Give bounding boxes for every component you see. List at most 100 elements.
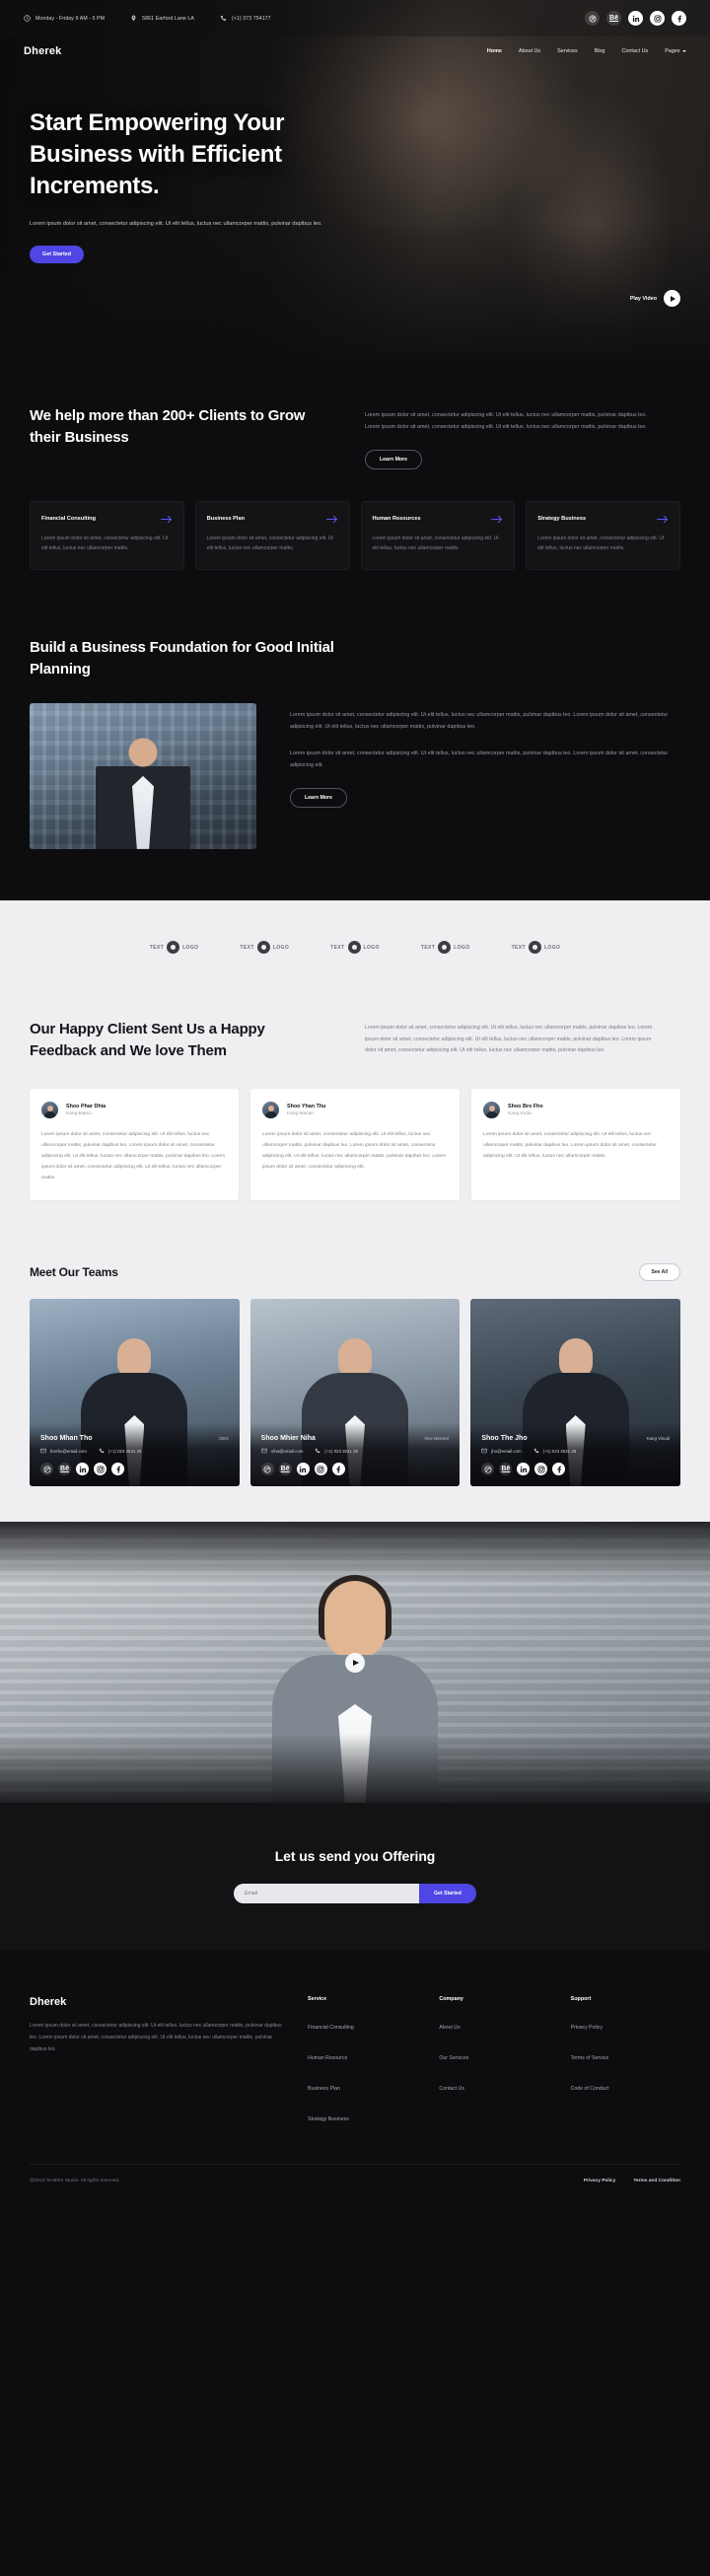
list-item: Privacy Policy <box>571 2016 680 2034</box>
dribbble-icon[interactable] <box>585 11 600 26</box>
clients-section: We help more than 200+ Clients to Grow t… <box>0 360 710 604</box>
footer-link-privacy-policy[interactable]: Privacy Policy <box>571 2025 603 2031</box>
dribbble-icon[interactable] <box>260 1463 274 1475</box>
copyright-text: @2023 Terafirhr Studio. All rights reser… <box>30 2179 120 2183</box>
team-member-email[interactable]: niha@email.com <box>260 1448 304 1454</box>
arrow-right-icon[interactable] <box>160 515 173 524</box>
location-pin-icon <box>131 15 136 22</box>
behance-icon[interactable]: Bē <box>278 1463 292 1475</box>
footer-link-about-us[interactable]: About Us <box>439 2025 460 2031</box>
team-card-overlay: Shoo Mhier Niha Vice Director niha@email… <box>249 1423 461 1486</box>
nav-item-about-us[interactable]: About Us <box>519 48 540 54</box>
facebook-icon[interactable] <box>111 1463 124 1475</box>
behance-icon[interactable]: Bē <box>58 1463 71 1475</box>
service-card-strategy-business[interactable]: Strategy Business Lorem ipsum dolor sit … <box>526 500 680 570</box>
footer-link-human-resource[interactable]: Human Resource <box>308 2055 347 2061</box>
linkedin-icon[interactable] <box>628 11 643 26</box>
clients-learn-more-button[interactable]: Learn More <box>365 449 422 469</box>
testimonial-identity: Shoo Bro Fho Kang Kuda <box>508 1104 543 1116</box>
instagram-icon[interactable] <box>314 1463 327 1475</box>
legal-link-privacy-policy[interactable]: Privacy Policy <box>584 2179 616 2183</box>
get-started-button[interactable]: Get Started <box>30 246 85 264</box>
dribbble-icon[interactable] <box>40 1463 53 1475</box>
mail-icon <box>481 1448 488 1454</box>
footer-link-code-of-conduct[interactable]: Code of Conduct <box>571 2086 609 2092</box>
team-member-name: Shoo Mhier Niha <box>260 1435 316 1442</box>
arrow-right-icon[interactable] <box>491 515 503 524</box>
service-card-text: Lorem ipsum dolor sit amet, consectetur … <box>372 535 499 552</box>
avatar <box>483 1101 500 1118</box>
team-member-email-text: niha@email.com <box>270 1448 304 1454</box>
list-item: Financial Consulting <box>308 2016 417 2034</box>
team-member-phone[interactable]: (+1) 023 2541 26 <box>315 1448 358 1454</box>
team-member-email[interactable]: jho@email.com <box>481 1448 522 1454</box>
legal-link-terms-and-condition[interactable]: Terms and Condition <box>633 2179 680 2183</box>
facebook-icon[interactable] <box>331 1463 345 1475</box>
footer-link-our-services[interactable]: Our Services <box>439 2055 468 2061</box>
facebook-icon[interactable] <box>552 1463 566 1475</box>
behance-icon[interactable]: Bē <box>499 1463 513 1475</box>
team-card[interactable]: Shoo Mhan Tho CEO brotho@email.com (+1) … <box>30 1299 240 1486</box>
newsletter-submit-button[interactable]: Get Started <box>419 1884 476 1903</box>
video-person-head <box>324 1581 386 1658</box>
instagram-icon[interactable] <box>94 1463 106 1475</box>
video-section[interactable] <box>0 1522 710 1803</box>
service-card-financial-consulting[interactable]: Financial Consulting Lorem ipsum dolor s… <box>30 500 184 570</box>
facebook-icon[interactable] <box>672 11 686 26</box>
team-member-phone[interactable]: (+1) 023 2541 28 <box>533 1448 576 1454</box>
service-card-business-plan[interactable]: Business Plan Lorem ipsum dolor sit amet… <box>194 500 350 570</box>
team-member-phone[interactable]: (+1) 023 2541 25 <box>99 1448 142 1454</box>
nav-item-contact-us[interactable]: Contact Us <box>622 48 649 54</box>
nav-item-services[interactable]: Services <box>557 48 578 54</box>
footer-link-contact-us[interactable]: Contact Us <box>439 2086 464 2092</box>
team-card-contact-row: jho@email.com (+1) 023 2541 28 <box>481 1448 670 1454</box>
video-play-button[interactable] <box>345 1652 365 1673</box>
see-all-teams-button[interactable]: See All <box>638 1263 680 1281</box>
play-triangle <box>670 295 675 302</box>
dribbble-glyph <box>484 1465 492 1473</box>
teams-header: Meet Our Teams See All <box>30 1263 680 1281</box>
behance-icon[interactable]: Bē <box>606 11 621 26</box>
dribbble-icon[interactable] <box>481 1463 495 1475</box>
newsletter-email-input[interactable] <box>234 1884 420 1903</box>
partner-logo-sub: LOGO <box>363 944 380 951</box>
avatar <box>41 1101 58 1118</box>
footer-about-text: Lorem ipsum dolor sit amet, consectetur … <box>30 2023 282 2052</box>
footer-links: Financial Consulting Human Resource Busi… <box>308 2016 417 2125</box>
service-card-header: Strategy Business <box>537 515 669 524</box>
testimonial-identity: Shoo Yhan Thu Kang Macan <box>287 1104 325 1116</box>
partner-logo-mark-icon <box>256 941 270 955</box>
team-card[interactable]: Shoo The Jho Kang Visual jho@email.com (… <box>470 1299 680 1486</box>
instagram-icon[interactable] <box>534 1463 548 1475</box>
service-card-human-resources[interactable]: Human Resources Lorem ipsum dolor sit am… <box>360 500 516 570</box>
nav-item-blog[interactable]: Blog <box>595 48 605 54</box>
footer-link-terms-of-service[interactable]: Terms of Service <box>571 2055 609 2061</box>
nav-item-pages-label: Pages <box>665 48 680 54</box>
play-video-control[interactable]: Play Video <box>630 290 680 307</box>
footer-link-stratagy-business[interactable]: Stratagy Business <box>308 2116 349 2122</box>
testimonials-heading: Our Happy Client Sent Us a Happy Feedbac… <box>30 1020 265 1060</box>
footer-link-financial-consulting[interactable]: Financial Consulting <box>308 2025 354 2031</box>
team-card[interactable]: Shoo Mhier Niha Vice Director niha@email… <box>249 1299 461 1486</box>
play-icon[interactable] <box>664 290 680 307</box>
team-member-email[interactable]: brotho@email.com <box>40 1448 87 1454</box>
arrow-right-icon[interactable] <box>325 515 338 524</box>
nav-item-home[interactable]: Home <box>487 48 502 54</box>
footer-link-business-plan[interactable]: Business Plan <box>308 2086 340 2092</box>
foundation-learn-more-button[interactable]: Learn More <box>290 787 347 808</box>
nav-item-pages[interactable]: Pages <box>665 48 686 54</box>
foundation-image <box>30 702 256 849</box>
partner-logo: TEXT LOGO <box>330 941 380 955</box>
list-item: Our Services <box>439 2046 548 2064</box>
brand-logo[interactable]: Dherek <box>24 45 62 57</box>
instagram-icon[interactable] <box>650 11 665 26</box>
foundation-paragraph-2: Lorem ipsum dolor sit amet, consectetur … <box>290 750 669 769</box>
testimonials-intro: Our Happy Client Sent Us a Happy Feedbac… <box>30 1019 680 1063</box>
service-card-header: Financial Consulting <box>41 515 173 524</box>
phone-number-text: (+1) 373 754177 <box>231 15 271 22</box>
linkedin-icon[interactable] <box>76 1463 89 1475</box>
linkedin-icon[interactable] <box>296 1463 310 1475</box>
arrow-right-icon[interactable] <box>657 515 669 524</box>
linkedin-icon[interactable] <box>517 1463 531 1475</box>
team-card-overlay: Shoo Mhan Tho CEO brotho@email.com (+1) … <box>30 1423 240 1486</box>
